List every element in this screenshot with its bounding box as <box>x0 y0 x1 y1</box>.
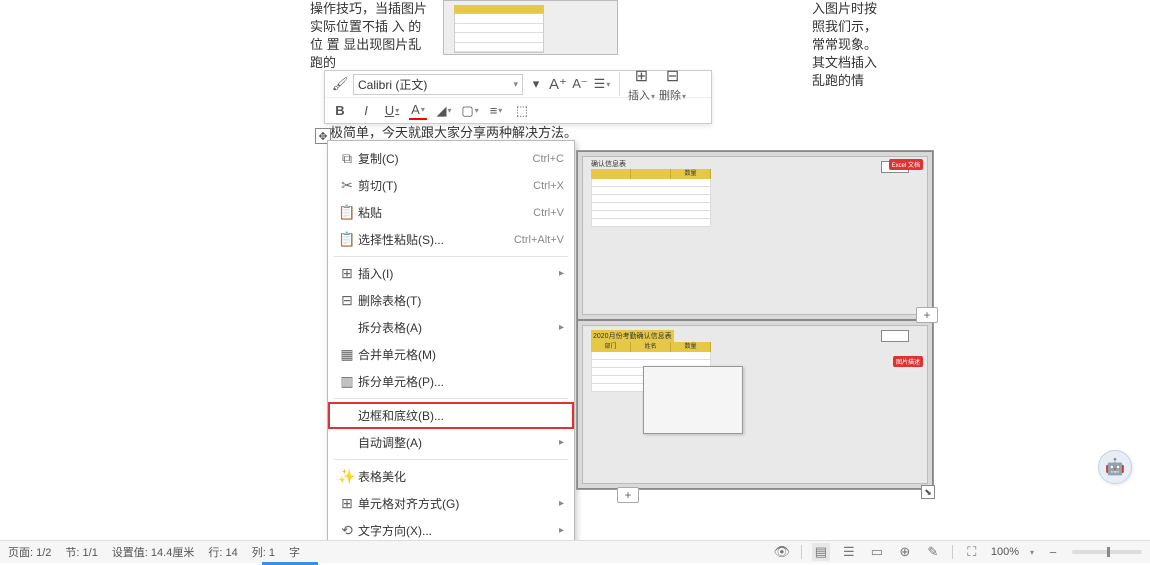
font-color-icon[interactable]: A▾ <box>409 102 427 120</box>
font-name-dropdown[interactable]: Calibri (正文)▾ <box>353 74 523 95</box>
merge-cells-icon: ▦ <box>336 346 358 363</box>
menu-split-table[interactable]: 拆分表格(A) ▸ <box>328 314 574 341</box>
embedded-spreadsheet-top <box>443 0 618 55</box>
menu-insert[interactable]: ⊞ 插入(I) ▸ <box>328 260 574 287</box>
menu-merge-cells[interactable]: ▦ 合并单元格(M) <box>328 341 574 368</box>
status-page[interactable]: 页面: 1/2 <box>8 544 51 560</box>
cut-icon: ✂ <box>336 177 358 194</box>
eye-icon[interactable]: 👁 <box>773 543 791 561</box>
doc-paragraph-left: 操作技巧，当插图片实际位置不插 入 的 位 置 显出现图片乱跑的 <box>310 0 430 72</box>
sheet-preview-1: 确认信息表 数量 Excel 文档 <box>582 156 928 315</box>
page-view-icon[interactable]: ▤ <box>812 543 830 561</box>
format-painter-icon[interactable]: 🖌 <box>331 75 349 93</box>
text-direction-icon: ⟲ <box>336 522 358 539</box>
menu-copy[interactable]: ⧉ 复制(C) Ctrl+C <box>328 145 574 172</box>
menu-paste[interactable]: 📋 粘贴 Ctrl+V <box>328 199 574 226</box>
insert-button[interactable]: ⊞ 插入▾ <box>628 66 655 103</box>
merge-icon[interactable]: ⬚ <box>513 102 531 120</box>
status-word[interactable]: 字 <box>289 544 300 560</box>
menu-autofit[interactable]: 自动调整(A) ▸ <box>328 429 574 456</box>
line-spacing-icon[interactable]: ☰▾ <box>593 75 611 93</box>
bold-icon[interactable]: B <box>331 102 349 120</box>
beautify-icon: ✨ <box>336 468 358 485</box>
context-menu: ⧉ 复制(C) Ctrl+C ✂ 剪切(T) Ctrl+X 📋 粘贴 Ctrl+… <box>327 140 575 549</box>
edit-icon[interactable]: ✎ <box>924 543 942 561</box>
table-resize-handle[interactable]: ⬊ <box>921 485 935 499</box>
paste-special-icon: 📋 <box>336 231 358 248</box>
insert-table-icon: ⊞ <box>336 265 358 282</box>
zoom-out-icon[interactable]: − <box>1044 543 1062 561</box>
menu-cell-align[interactable]: ⊞ 单元格对齐方式(G) ▸ <box>328 490 574 517</box>
fit-width-icon[interactable]: ⛶ <box>963 543 981 561</box>
font-increase-icon[interactable]: A⁺ <box>549 75 567 93</box>
font-decrease-icon[interactable]: A⁻ <box>571 75 589 93</box>
menu-table-beautify[interactable]: ✨ 表格美化 <box>328 463 574 490</box>
menu-paste-special[interactable]: 📋 选择性粘贴(S)... Ctrl+Alt+V <box>328 226 574 253</box>
web-view-icon[interactable]: ⊕ <box>896 543 914 561</box>
embedded-table[interactable]: 确认信息表 数量 Excel 文档 2020月份考勤确认信息表 部门姓名数量 图… <box>576 150 934 490</box>
paste-icon: 📋 <box>336 204 358 221</box>
status-section[interactable]: 节: 1/1 <box>65 544 97 560</box>
align-grid-icon: ⊞ <box>336 495 358 512</box>
outline-view-icon[interactable]: ☰ <box>840 543 858 561</box>
underline-icon[interactable]: U▾ <box>383 102 401 120</box>
doc-paragraph-mid: 极简单，今天就跟大家分享两种解决方法。 <box>330 122 577 141</box>
zoom-level[interactable]: 100% <box>991 546 1019 558</box>
zoom-slider[interactable] <box>1072 550 1142 554</box>
delete-icon: ⊟ <box>666 66 679 86</box>
status-bar: 页面: 1/2 节: 1/1 设置值: 14.4厘米 行: 14 列: 1 字 … <box>0 540 1150 563</box>
mini-toolbar: 🖌 Calibri (正文)▾ ▾ A⁺ A⁻ ☰▾ ⊞ 插入▾ ⊟ 删除▾ B… <box>324 70 712 124</box>
insert-icon: ⊞ <box>635 66 648 86</box>
status-setval[interactable]: 设置值: 14.4厘米 <box>112 544 195 560</box>
status-row[interactable]: 行: 14 <box>208 544 237 560</box>
italic-icon[interactable]: I <box>357 102 375 120</box>
highlight-icon[interactable]: ◢▾ <box>435 102 453 120</box>
menu-delete-table[interactable]: ⊟ 删除表格(T) <box>328 287 574 314</box>
menu-split-cells[interactable]: ▥ 拆分单元格(P)... <box>328 368 574 395</box>
decrease-font-icon[interactable]: ▾ <box>527 75 545 93</box>
copy-icon: ⧉ <box>336 150 358 167</box>
menu-borders-shading[interactable]: 边框和底纹(B)... <box>328 402 574 429</box>
split-cells-icon: ▥ <box>336 373 358 390</box>
delete-table-icon: ⊟ <box>336 292 358 309</box>
assistant-button[interactable]: 🤖 <box>1098 450 1132 484</box>
menu-cut[interactable]: ✂ 剪切(T) Ctrl+X <box>328 172 574 199</box>
status-col[interactable]: 列: 1 <box>252 544 275 560</box>
align-icon[interactable]: ≡▾ <box>487 102 505 120</box>
doc-paragraph-right: 入图片时按照我们示，常常现象。其文档插入乱跑的情 <box>812 0 882 90</box>
border-icon[interactable]: ▢▾ <box>461 102 479 120</box>
sheet-preview-2: 2020月份考勤确认信息表 部门姓名数量 图片描述 <box>582 325 928 484</box>
add-row-button[interactable]: + <box>617 487 639 503</box>
delete-button[interactable]: ⊟ 删除▾ <box>659 66 686 103</box>
reading-view-icon[interactable]: ▭ <box>868 543 886 561</box>
add-column-button[interactable]: + <box>916 307 938 323</box>
